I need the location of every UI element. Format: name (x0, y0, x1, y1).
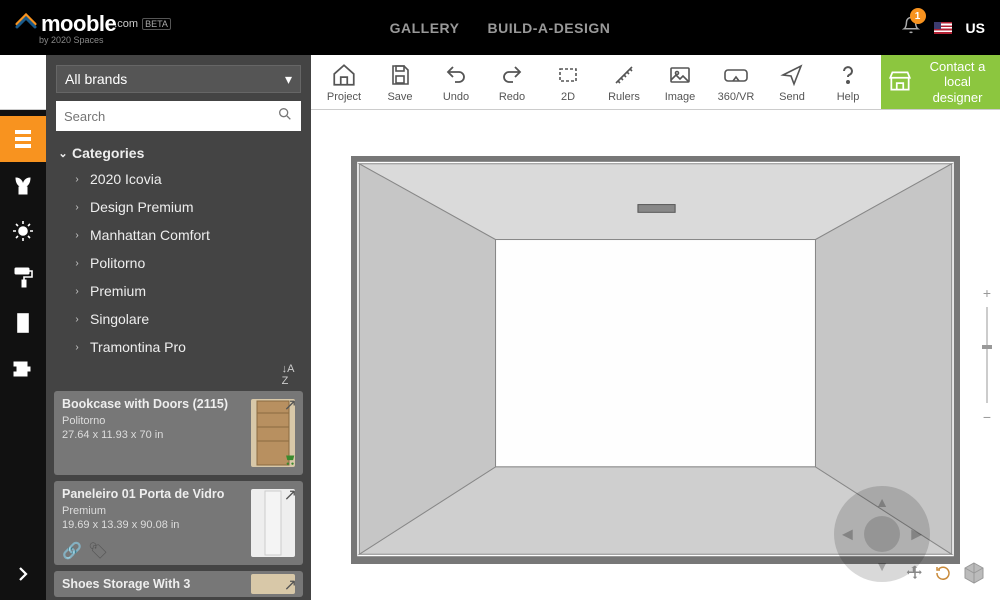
contact-label: Contact a local designer (921, 59, 994, 106)
redo-icon (498, 61, 526, 89)
brand-filter-dropdown[interactable]: All brands ▾ (56, 65, 301, 93)
chevron-down-icon: ▾ (285, 71, 292, 88)
ruler-icon (610, 61, 638, 89)
product-brand: Politorno (62, 415, 245, 427)
zoom-slider[interactable]: + − (972, 285, 1000, 425)
search-box (56, 101, 301, 131)
search-icon[interactable] (277, 106, 293, 127)
logo-byline: by 2020 Spaces (39, 35, 171, 45)
tag-icon[interactable]: 🏷 (88, 541, 108, 561)
link-icon[interactable]: 🔗 (62, 541, 82, 561)
country-code[interactable]: US (966, 20, 985, 36)
logo[interactable]: mooble .com BETA by 2020 Spaces (15, 11, 171, 45)
cart-icon[interactable] (281, 452, 297, 471)
undo-button[interactable]: Undo (431, 61, 481, 103)
orbit-up-icon[interactable]: ▲ (875, 494, 889, 510)
image-button[interactable]: Image (655, 61, 705, 103)
categories-toggle[interactable]: ⌄ Categories (56, 141, 301, 165)
category-item[interactable]: ›Tramontina Pro (56, 333, 301, 361)
pan-tool[interactable] (906, 564, 924, 587)
house-roof-icon (15, 12, 37, 35)
flag-icon (934, 22, 952, 34)
orbit-left-icon[interactable]: ◀ (842, 526, 853, 543)
rail-materials[interactable] (0, 346, 46, 392)
redo-button[interactable]: Redo (487, 61, 537, 103)
product-title: Bookcase with Doors (2115) (62, 397, 245, 413)
category-item[interactable]: ›Politorno (56, 249, 301, 277)
zoom-in-icon[interactable]: + (983, 285, 991, 301)
share-icon[interactable]: ↗ (284, 485, 297, 505)
product-card[interactable]: Shoes Storage With 3 ↗ (54, 571, 303, 597)
notifications-button[interactable]: 1 (902, 16, 920, 39)
chevron-right-icon: › (70, 286, 84, 297)
logo-tld: .com (114, 18, 138, 30)
nav-gallery[interactable]: GALLERY (390, 20, 460, 36)
rail-expand-toggle[interactable] (0, 554, 46, 594)
vr-button[interactable]: 360/VR (711, 61, 761, 103)
orbit-down-icon[interactable]: ▼ (875, 558, 889, 574)
category-item[interactable]: ›Premium (56, 277, 301, 305)
project-button[interactable]: Project (319, 61, 369, 103)
app-header: mooble .com BETA by 2020 Spaces GALLERY … (0, 0, 1000, 55)
chevron-right-icon: › (70, 202, 84, 213)
rectangle-dashed-icon (554, 61, 582, 89)
rulers-button[interactable]: Rulers (599, 61, 649, 103)
save-icon (386, 61, 414, 89)
storefront-icon (887, 68, 913, 97)
view-2d-button[interactable]: 2D (543, 61, 593, 103)
category-item[interactable]: ›2020 Icovia (56, 165, 301, 193)
rail-paint[interactable] (0, 254, 46, 300)
category-item[interactable]: ›Design Premium (56, 193, 301, 221)
nav-build-a-design[interactable]: BUILD-A-DESIGN (487, 20, 610, 36)
vr-headset-icon (722, 61, 750, 89)
left-rail (0, 110, 46, 600)
product-card[interactable]: Bookcase with Doors (2115) Politorno 27.… (54, 391, 303, 475)
undo-icon (442, 61, 470, 89)
rail-lighting[interactable] (0, 208, 46, 254)
chevron-right-icon: › (70, 258, 84, 269)
share-icon[interactable]: ↗ (284, 575, 297, 595)
header-nav: GALLERY BUILD-A-DESIGN (390, 20, 611, 36)
help-button[interactable]: Help (823, 61, 873, 103)
product-dimensions: 19.69 x 13.39 x 90.08 in (62, 519, 245, 531)
chevron-right-icon: › (70, 230, 84, 241)
rail-catalog[interactable] (0, 116, 46, 162)
contact-designer-button[interactable]: Contact a local designer (881, 55, 1000, 109)
search-input[interactable] (64, 109, 277, 124)
rail-doors[interactable] (0, 300, 46, 346)
category-item[interactable]: ›Manhattan Comfort (56, 221, 301, 249)
product-title: Paneleiro 01 Porta de Vidro (62, 487, 245, 503)
chevron-right-icon: › (70, 174, 84, 185)
house-icon (330, 61, 358, 89)
beta-badge: BETA (142, 18, 171, 30)
send-button[interactable]: Send (767, 61, 817, 103)
categories-label: Categories (72, 145, 144, 161)
chevron-right-icon: › (70, 314, 84, 325)
chevron-right-icon: › (70, 342, 84, 353)
save-button[interactable]: Save (375, 61, 425, 103)
sort-button[interactable]: ↓AZ (277, 365, 299, 385)
paper-plane-icon (778, 61, 806, 89)
category-item[interactable]: ›Singolare (56, 305, 301, 333)
product-card[interactable]: Paneleiro 01 Porta de Vidro Premium 19.6… (54, 481, 303, 565)
orbit-right-icon[interactable]: ▶ (911, 526, 922, 543)
zoom-out-icon[interactable]: − (983, 409, 991, 425)
product-title: Shoes Storage With 3 (62, 577, 245, 593)
product-list: Bookcase with Doors (2115) Politorno 27.… (46, 385, 311, 600)
cube-view-tool[interactable] (962, 561, 986, 590)
logo-text: mooble (41, 11, 116, 37)
notification-count: 1 (910, 8, 926, 24)
design-canvas[interactable]: ▲ ▼ ◀ ▶ + − (311, 110, 1000, 600)
chevron-down-icon: ⌄ (56, 147, 70, 160)
rail-plants[interactable] (0, 162, 46, 208)
rotate-tool[interactable] (934, 564, 952, 587)
brand-filter-value: All brands (65, 71, 127, 87)
catalog-sidebar: All brands ▾ ⌄ Categories ›2020 Icovia ›… (46, 55, 311, 600)
question-icon (834, 61, 862, 89)
product-dimensions: 27.64 x 11.93 x 70 in (62, 429, 245, 441)
product-brand: Premium (62, 505, 245, 517)
share-icon[interactable]: ↗ (284, 395, 297, 415)
image-icon (666, 61, 694, 89)
